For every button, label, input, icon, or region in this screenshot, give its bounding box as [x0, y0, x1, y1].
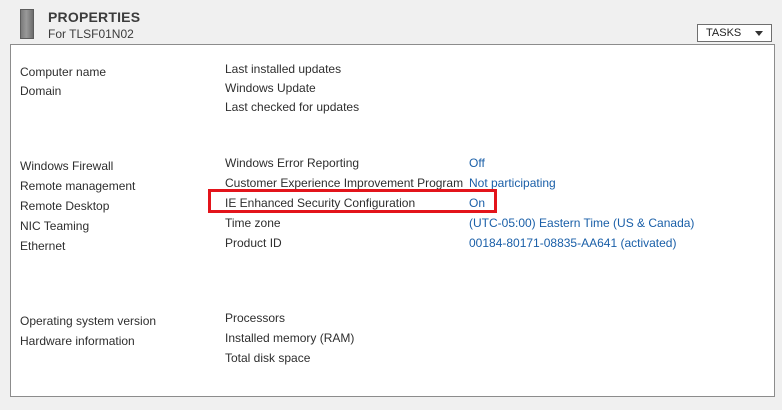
windows-error-reporting-label: Windows Error Reporting — [225, 156, 360, 170]
nic-teaming-label: NIC Teaming — [20, 219, 90, 233]
remote-management-label: Remote management — [20, 179, 136, 193]
ceip-value[interactable]: Not participating — [469, 176, 556, 190]
chevron-down-icon — [755, 31, 763, 36]
page-title: PROPERTIES — [48, 9, 141, 25]
properties-header: PROPERTIES For TLSF01N02 TASKS — [0, 0, 782, 44]
tasks-label: TASKS — [706, 27, 742, 39]
total-disk-space-label: Total disk space — [225, 351, 311, 365]
installed-memory-label: Installed memory (RAM) — [225, 331, 355, 345]
ethernet-label: Ethernet — [20, 239, 66, 253]
last-installed-updates-label: Last installed updates — [225, 62, 342, 76]
server-icon — [20, 9, 34, 39]
product-id-value[interactable]: 00184-80171-08835-AA641 (activated) — [469, 236, 676, 250]
domain-label: Domain — [20, 84, 62, 98]
ceip-label: Customer Experience Improvement Program — [225, 176, 464, 190]
processors-label: Processors — [225, 311, 286, 325]
time-zone-value[interactable]: (UTC-05:00) Eastern Time (US & Canada) — [469, 216, 694, 230]
os-version-label: Operating system version — [20, 314, 157, 328]
hardware-information-label: Hardware information — [20, 334, 135, 348]
windows-firewall-label: Windows Firewall — [20, 159, 114, 173]
windows-error-reporting-value[interactable]: Off — [469, 156, 485, 170]
ie-esc-highlight-box — [208, 189, 497, 213]
tasks-button[interactable]: TASKS — [697, 24, 772, 42]
windows-update-label: Windows Update — [225, 81, 316, 95]
time-zone-label: Time zone — [225, 216, 281, 230]
computer-name-label: Computer name — [20, 65, 107, 79]
remote-desktop-label: Remote Desktop — [20, 199, 110, 213]
last-checked-updates-label: Last checked for updates — [225, 100, 360, 114]
product-id-label: Product ID — [225, 236, 282, 250]
server-name-subtitle: For TLSF01N02 — [48, 27, 134, 41]
